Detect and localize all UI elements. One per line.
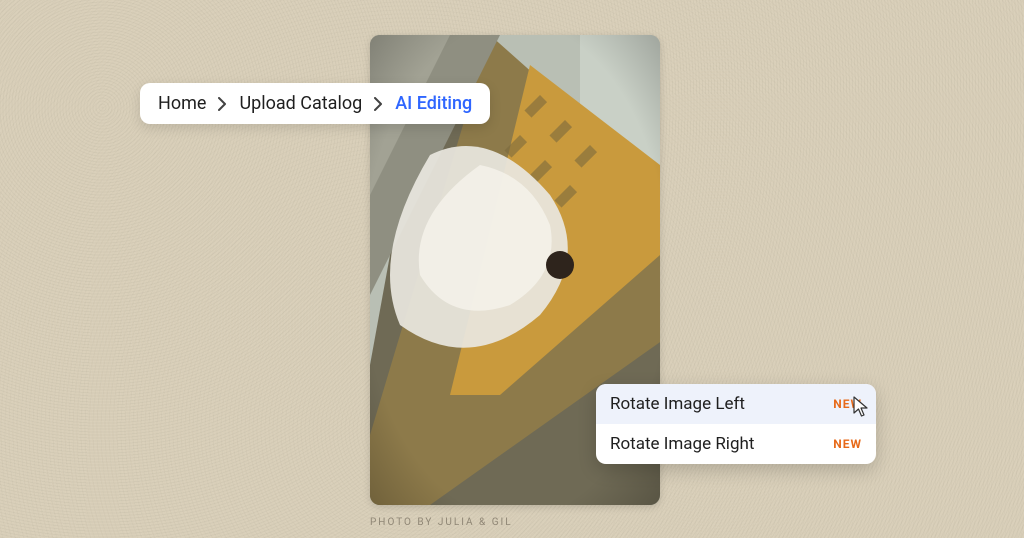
chevron-right-icon: [218, 97, 227, 111]
new-badge: NEW: [833, 437, 862, 451]
breadcrumb: Home Upload Catalog AI Editing: [140, 83, 490, 124]
photo-credit: PHOTO BY JULIA & GIL: [370, 517, 513, 528]
breadcrumb-item-ai-editing[interactable]: AI Editing: [395, 93, 472, 114]
menu-item-label: Rotate Image Left: [610, 394, 745, 414]
menu-item-rotate-right[interactable]: Rotate Image Right NEW: [596, 424, 876, 464]
context-menu: Rotate Image Left NEW Rotate Image Right…: [596, 384, 876, 464]
menu-item-label: Rotate Image Right: [610, 434, 754, 454]
new-badge: NEW: [833, 397, 862, 411]
menu-item-rotate-left[interactable]: Rotate Image Left NEW: [596, 384, 876, 424]
breadcrumb-item-upload-catalog[interactable]: Upload Catalog: [239, 93, 362, 114]
chevron-right-icon: [374, 97, 383, 111]
breadcrumb-item-home[interactable]: Home: [158, 93, 206, 114]
